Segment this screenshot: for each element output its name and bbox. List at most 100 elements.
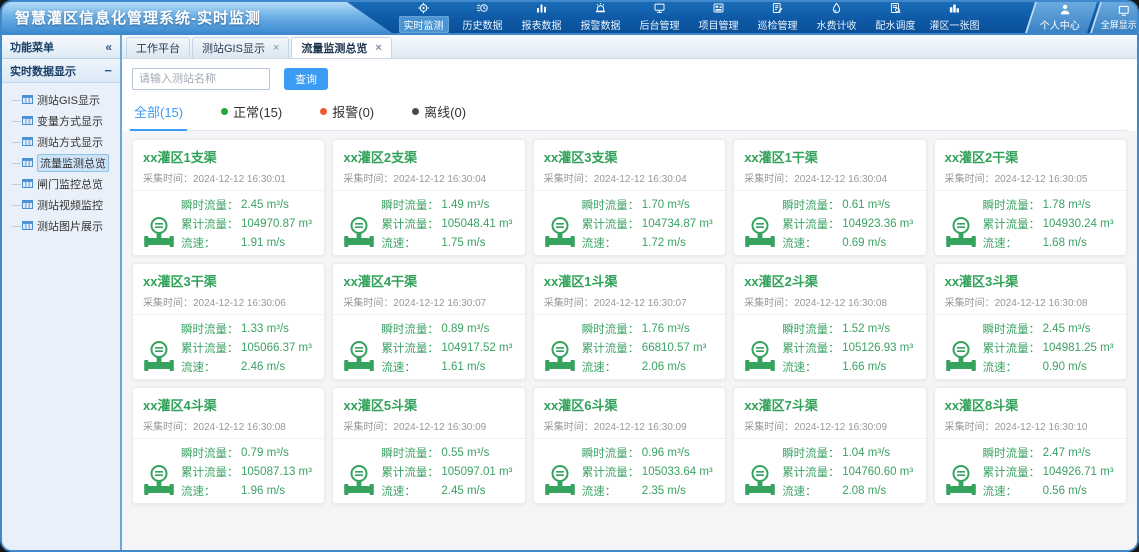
alarm-data-icon bbox=[593, 2, 608, 14]
station-name: xx灌区1干渠 bbox=[744, 147, 915, 166]
sidebar-item[interactable]: 流量监测总览 bbox=[12, 152, 120, 173]
tab-station-gis[interactable]: 测站GIS显示 × bbox=[192, 37, 289, 58]
nav-item-alarm-data[interactable]: 报警数据 bbox=[571, 2, 630, 33]
station-card[interactable]: xx灌区4干渠 采集时间：2024-12-12 16:30:07 bbox=[332, 263, 525, 380]
station-card[interactable]: xx灌区1支渠 采集时间：2024-12-12 16:30:01 bbox=[132, 139, 325, 256]
velocity-value: 1.75 m/s bbox=[441, 237, 516, 249]
nav-item-water-fee[interactable]: 水费计收 bbox=[807, 2, 866, 33]
instant-flow-value: 0.96 m³/s bbox=[642, 447, 717, 459]
collect-time: 采集时间：2024-12-12 16:30:09 bbox=[744, 418, 915, 433]
nav-item-report-data[interactable]: 报表数据 bbox=[512, 2, 571, 33]
collect-time: 采集时间：2024-12-12 16:30:04 bbox=[343, 170, 514, 185]
total-flow-label: 累计流量： bbox=[381, 216, 441, 232]
station-card[interactable]: xx灌区4斗渠 采集时间：2024-12-12 16:30:08 bbox=[132, 387, 325, 504]
water-level-label: 水位： bbox=[782, 378, 842, 381]
project-manage-icon bbox=[711, 2, 726, 14]
flow-meter-icon bbox=[742, 463, 778, 499]
filter-alarm[interactable]: 报警(0) bbox=[320, 102, 374, 121]
collect-time: 采集时间：2024-12-12 16:30:04 bbox=[544, 170, 715, 185]
nav-item-inspection-manage[interactable]: 巡检管理 bbox=[748, 2, 807, 33]
collect-time-label: 采集时间： bbox=[343, 422, 393, 433]
sidebar-item[interactable]: 测站图片展示 bbox=[12, 215, 120, 236]
sidebar-collapse-icon[interactable]: « bbox=[105, 40, 112, 54]
velocity-row: 流速： 1.72 m/s bbox=[582, 233, 717, 252]
instant-flow-label: 瞬时流量： bbox=[381, 197, 441, 213]
station-name: xx灌区4干渠 bbox=[343, 271, 514, 290]
flow-meter-icon bbox=[943, 215, 979, 251]
collect-time-value: 2024-12-12 16:30:05 bbox=[995, 174, 1088, 185]
velocity-value: 1.61 m/s bbox=[441, 361, 516, 373]
velocity-label: 流速： bbox=[582, 483, 642, 499]
station-card[interactable]: xx灌区7斗渠 采集时间：2024-12-12 16:30:09 bbox=[733, 387, 926, 504]
user-center-button[interactable]: 个人中心 bbox=[1025, 2, 1097, 33]
collect-time-label: 采集时间： bbox=[744, 174, 794, 185]
filter-label: 离线(0) bbox=[424, 102, 466, 121]
station-card[interactable]: xx灌区3支渠 采集时间：2024-12-12 16:30:04 bbox=[533, 139, 726, 256]
sidebar-item[interactable]: 变量方式显示 bbox=[12, 110, 120, 131]
report-data-icon bbox=[534, 2, 549, 14]
tab-flow-overview[interactable]: 流量监测总览 × bbox=[291, 37, 391, 58]
collect-time-value: 2024-12-12 16:30:08 bbox=[794, 298, 887, 309]
station-card[interactable]: xx灌区3干渠 采集时间：2024-12-12 16:30:06 bbox=[132, 263, 325, 380]
water-level-value: 0.91 m bbox=[642, 504, 717, 505]
station-card-header: xx灌区1斗渠 采集时间：2024-12-12 16:30:07 bbox=[534, 264, 725, 315]
velocity-row: 流速： 2.46 m/s bbox=[181, 357, 316, 376]
station-card[interactable]: xx灌区5斗渠 采集时间：2024-12-12 16:30:09 bbox=[332, 387, 525, 504]
station-card[interactable]: xx灌区6斗渠 采集时间：2024-12-12 16:30:09 bbox=[533, 387, 726, 504]
fullscreen-button[interactable]: 全屏显示 bbox=[1090, 2, 1139, 33]
nav-item-district-map[interactable]: 灌区一张图 bbox=[925, 2, 984, 33]
collect-time-value: 2024-12-12 16:30:09 bbox=[594, 422, 687, 433]
filter-offline[interactable]: 离线(0) bbox=[412, 102, 466, 121]
sidebar-item[interactable]: 测站方式显示 bbox=[12, 131, 120, 152]
total-flow-row: 累计流量： 104917.52 m³ bbox=[381, 338, 516, 357]
tab-close-icon[interactable]: × bbox=[375, 43, 381, 54]
station-card[interactable]: xx灌区1斗渠 采集时间：2024-12-12 16:30:07 bbox=[533, 263, 726, 380]
water-level-row: 水位： 1.23 m bbox=[782, 500, 917, 504]
velocity-row: 流速： 2.45 m/s bbox=[381, 481, 516, 500]
sidebar-section-realtime[interactable]: 实时数据显示 − bbox=[2, 59, 120, 83]
nav-item-realtime-monitor[interactable]: 实时监测 bbox=[394, 2, 453, 33]
collect-time-label: 采集时间： bbox=[343, 174, 393, 185]
filter-all[interactable]: 全部(15) bbox=[134, 102, 183, 121]
water-level-value: 1.55 m bbox=[1043, 380, 1118, 381]
nav-item-history-data[interactable]: 历史数据 bbox=[453, 2, 512, 33]
collect-time-label: 采集时间： bbox=[544, 298, 594, 309]
sidebar-item[interactable]: 测站GIS显示 bbox=[12, 89, 120, 110]
station-card[interactable]: xx灌区8斗渠 采集时间：2024-12-12 16:30:10 bbox=[934, 387, 1127, 504]
nav-item-project-manage[interactable]: 项目管理 bbox=[689, 2, 748, 33]
station-card[interactable]: xx灌区1干渠 采集时间：2024-12-12 16:30:04 bbox=[733, 139, 926, 256]
tab-close-icon[interactable]: × bbox=[273, 43, 279, 54]
station-card[interactable]: xx灌区2干渠 采集时间：2024-12-12 16:30:05 bbox=[934, 139, 1127, 256]
tab-workbench[interactable]: 工作平台 bbox=[126, 37, 190, 58]
collapse-minus-icon[interactable]: − bbox=[104, 63, 112, 78]
nav-item-backend-admin[interactable]: 后台管理 bbox=[630, 2, 689, 33]
nav-item-label: 配水调度 bbox=[871, 16, 921, 33]
instant-flow-row: 瞬时流量： 0.79 m³/s bbox=[181, 443, 316, 462]
station-search-input[interactable] bbox=[132, 68, 270, 90]
collect-time: 采集时间：2024-12-12 16:30:06 bbox=[143, 294, 314, 309]
query-button[interactable]: 查询 bbox=[284, 68, 328, 90]
instant-flow-label: 瞬时流量： bbox=[181, 197, 241, 213]
instant-flow-value: 2.45 m³/s bbox=[241, 199, 316, 211]
station-card-body: 瞬时流量： 1.70 m³/s 累计流量： 104734.87 m³ 流速： 1… bbox=[534, 191, 725, 256]
sidebar-item[interactable]: 闸门监控总览 bbox=[12, 173, 120, 194]
filter-label: 全部(15) bbox=[134, 102, 183, 121]
station-name: xx灌区2干渠 bbox=[945, 147, 1116, 166]
nav-item-water-dispatch[interactable]: 配水调度 bbox=[866, 2, 925, 33]
station-card[interactable]: xx灌区2斗渠 采集时间：2024-12-12 16:30:08 bbox=[733, 263, 926, 380]
velocity-label: 流速： bbox=[983, 359, 1043, 375]
filter-normal[interactable]: 正常(15) bbox=[221, 102, 282, 121]
instant-flow-value: 1.04 m³/s bbox=[842, 447, 917, 459]
velocity-value: 0.69 m/s bbox=[842, 237, 917, 249]
velocity-row: 流速： 0.69 m/s bbox=[782, 233, 917, 252]
metric-rows: 瞬时流量： 2.45 m³/s 累计流量： 104981.25 m³ 流速： 0… bbox=[983, 319, 1118, 380]
station-card[interactable]: xx灌区3斗渠 采集时间：2024-12-12 16:30:08 bbox=[934, 263, 1127, 380]
status-filter-row: 全部(15) 正常(15) 报警(0) 离线(0) bbox=[132, 102, 1127, 131]
instant-flow-value: 1.70 m³/s bbox=[642, 199, 717, 211]
station-card[interactable]: xx灌区2支渠 采集时间：2024-12-12 16:30:04 bbox=[332, 139, 525, 256]
sidebar-item[interactable]: 测站视频监控 bbox=[12, 194, 120, 215]
water-level-row: 水位： 0.91 m bbox=[582, 500, 717, 504]
water-level-label: 水位： bbox=[582, 378, 642, 381]
search-row: 查询 bbox=[132, 68, 1127, 90]
total-flow-value: 104970.87 m³ bbox=[241, 218, 316, 230]
